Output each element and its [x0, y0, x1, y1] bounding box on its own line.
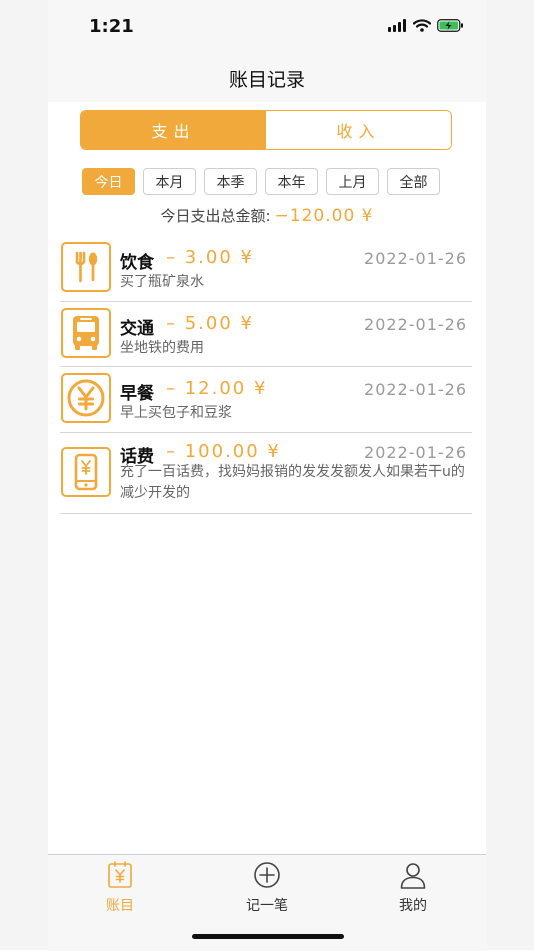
type-segment-control: 支出 收入	[80, 110, 452, 150]
record-item[interactable]: 早餐 – 12.00 ¥ 2022-01-26 早上买包子和豆浆	[60, 367, 472, 433]
record-note: 早上买包子和豆浆	[120, 405, 232, 421]
status-time: 1:21	[89, 16, 134, 37]
segment-expense[interactable]: 支出	[81, 111, 266, 149]
tab-ledger-label: 账目	[106, 898, 134, 914]
total-amount: −120.00 ¥	[274, 206, 374, 226]
record-date: 2022-01-26	[364, 380, 467, 399]
status-icons	[388, 19, 464, 32]
home-indicator	[192, 934, 344, 939]
record-amount: – 12.00 ¥	[166, 378, 268, 399]
page-title: 账目记录	[228, 69, 305, 91]
segment-income[interactable]: 收入	[266, 111, 451, 149]
tab-add-record[interactable]: 记一笔	[207, 861, 327, 915]
record-list: 饮食 – 3.00 ¥ 2022-01-26 买了瓶矿泉水 交通 – 5.00 …	[60, 237, 472, 514]
record-item[interactable]: 交通 – 5.00 ¥ 2022-01-26 坐地铁的费用	[60, 302, 472, 367]
tab-add-record-label: 记一笔	[246, 898, 288, 914]
left-margin	[0, 0, 48, 950]
record-note: 买了瓶矿泉水	[120, 274, 204, 290]
record-amount: – 100.00 ¥	[166, 441, 281, 462]
filter-last-month[interactable]: 上月	[326, 168, 379, 195]
total-summary: 今日支出总金额: −120.00 ¥	[48, 205, 486, 226]
filter-this-quarter[interactable]: 本季	[204, 168, 257, 195]
record-item[interactable]: 饮食 – 3.00 ¥ 2022-01-26 买了瓶矿泉水	[60, 237, 472, 302]
filter-all[interactable]: 全部	[387, 168, 440, 195]
tab-ledger[interactable]: 账目	[60, 861, 180, 915]
ledger-icon	[108, 861, 132, 888]
app-screen: 1:21 账目记录 支出 收入 今日 本月 本季 本年 上月 全部 今日支出总金…	[48, 0, 486, 951]
total-label: 今日支出总金额:	[160, 207, 271, 225]
period-filters: 今日 本月 本季 本年 上月 全部	[82, 168, 440, 195]
record-category: 早餐	[120, 384, 154, 404]
record-category: 交通	[120, 319, 154, 339]
record-date: 2022-01-26	[364, 315, 467, 334]
add-circle-icon	[254, 862, 280, 888]
bus-icon	[61, 308, 111, 358]
phone-yen-icon	[61, 447, 111, 497]
yen-coin-icon	[61, 373, 111, 423]
status-bar: 1:21	[48, 0, 486, 54]
record-category: 饮食	[120, 253, 154, 273]
utensils-icon	[61, 242, 111, 292]
filter-this-month[interactable]: 本月	[143, 168, 196, 195]
nav-bar: 账目记录	[48, 54, 486, 102]
record-date: 2022-01-26	[364, 249, 467, 268]
right-margin	[486, 0, 534, 950]
person-icon	[400, 863, 426, 889]
record-item[interactable]: 话费 – 100.00 ¥ 2022-01-26 充了一百话费，找妈妈报销的发发…	[60, 433, 472, 514]
filter-this-year[interactable]: 本年	[265, 168, 318, 195]
record-date: 2022-01-26	[364, 443, 467, 462]
tab-profile-label: 我的	[399, 898, 427, 914]
cellular-signal-icon	[388, 19, 406, 32]
wifi-icon	[413, 19, 431, 32]
battery-charging-icon	[437, 19, 463, 32]
record-note: 充了一百话费，找妈妈报销的发发发额发人如果若干u的减少开发的	[120, 464, 465, 501]
filter-today[interactable]: 今日	[82, 168, 135, 195]
record-amount: – 5.00 ¥	[166, 313, 254, 334]
record-note: 坐地铁的费用	[120, 340, 204, 356]
tab-profile[interactable]: 我的	[353, 861, 473, 915]
record-amount: – 3.00 ¥	[166, 247, 254, 268]
